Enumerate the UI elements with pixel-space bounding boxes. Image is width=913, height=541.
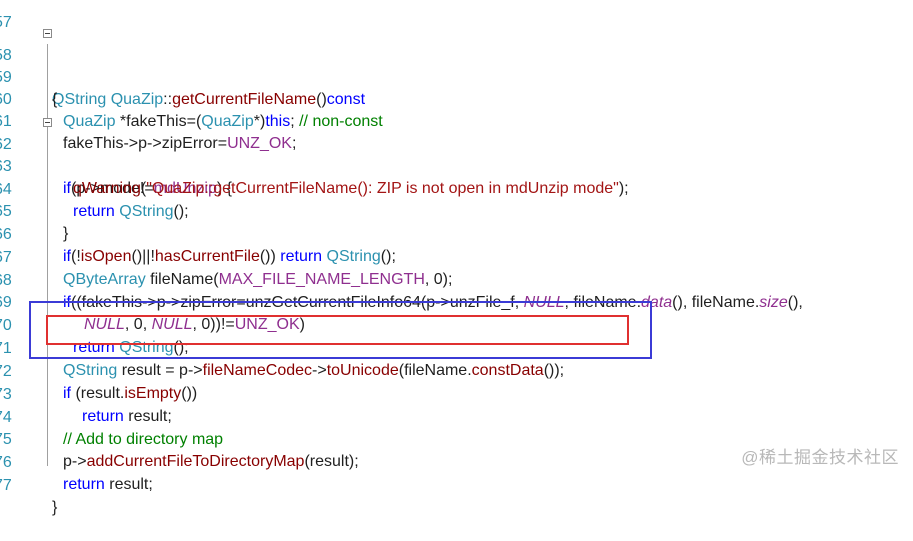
watermark: @稀土掘金技术社区	[741, 448, 899, 467]
code-comment: // Add to directory map	[63, 431, 224, 448]
code-text: QString QuaZip::getCurrentFileName()cons…	[52, 91, 366, 108]
code-text: return QString();	[73, 203, 189, 220]
code-text: return result;	[63, 476, 153, 493]
line-number: 77	[0, 477, 12, 494]
code-line: 75 p->addCurrentFileToDirectoryMap(resul…	[0, 407, 359, 470]
code-line: 68 if((fakeThis->p->zipError=unzGetCurre…	[0, 248, 803, 311]
code-line: 70 return QString();	[0, 293, 189, 356]
code-text: qWarning("QuaZip::getCurrentFileName(): …	[73, 180, 629, 197]
code-line: 64 return QString();	[0, 157, 189, 220]
code-text: {	[52, 91, 58, 108]
code-text: QString result = p->fileNameCodec->toUni…	[63, 362, 565, 379]
code-text: return result;	[82, 408, 172, 425]
code-text: QuaZip *fakeThis=(QuaZip*)this; // non-c…	[63, 113, 383, 130]
highlight-box-red	[46, 315, 629, 345]
code-line: 73 return result;	[0, 362, 172, 425]
code-line: 58 QString QuaZip::getCurrentFileName()c…	[0, 23, 365, 108]
code-line: 72 if (result.isEmpty())	[0, 339, 197, 402]
code-line: 65 }	[0, 179, 68, 242]
code-text: }	[52, 499, 58, 516]
code-text: if (result.isEmpty())	[63, 385, 198, 402]
code-editor[interactable]: 57 58 QString QuaZip::getCurrentFileName…	[0, 0, 913, 516]
collapse-icon[interactable]	[43, 29, 52, 38]
code-text: fakeThis->p->zipError=UNZ_OK;	[63, 135, 297, 152]
code-text: QByteArray fileName(MAX_FILE_NAME_LENGTH…	[63, 271, 453, 288]
code-line: 60 QuaZip *fakeThis=(QuaZip*)this; // no…	[0, 67, 383, 130]
code-line: 62 if(p->mode!=mdUnzip) {	[0, 112, 232, 197]
collapse-icon[interactable]	[43, 118, 52, 127]
code-line: 67 QByteArray fileName(MAX_FILE_NAME_LEN…	[0, 225, 452, 288]
code-line: 74 // Add to directory map	[0, 385, 223, 448]
code-line: 71 QString result = p->fileNameCodec->to…	[0, 316, 564, 379]
code-line: 66 if(!isOpen()||!hasCurrentFile()) retu…	[0, 202, 396, 265]
fold-guide-if-block	[47, 133, 48, 199]
code-line: 76 return result;	[0, 430, 153, 493]
code-text: }	[63, 225, 69, 242]
code-line: 61 fakeThis->p->zipError=UNZ_OK;	[0, 89, 296, 152]
code-line: 59 {	[0, 45, 57, 108]
fold-guide-function	[47, 44, 48, 466]
code-line: 77 }	[0, 453, 57, 516]
code-line: 63 qWarning("QuaZip::getCurrentFileName(…	[0, 134, 629, 197]
code-text: p->addCurrentFileToDirectoryMap(result);	[63, 453, 359, 470]
code-line: 57	[0, 0, 18, 31]
code-text: if(!isOpen()||!hasCurrentFile()) return …	[63, 248, 396, 265]
code-line: 69 NULL, 0, NULL, 0))!=UNZ_OK)	[0, 270, 305, 333]
